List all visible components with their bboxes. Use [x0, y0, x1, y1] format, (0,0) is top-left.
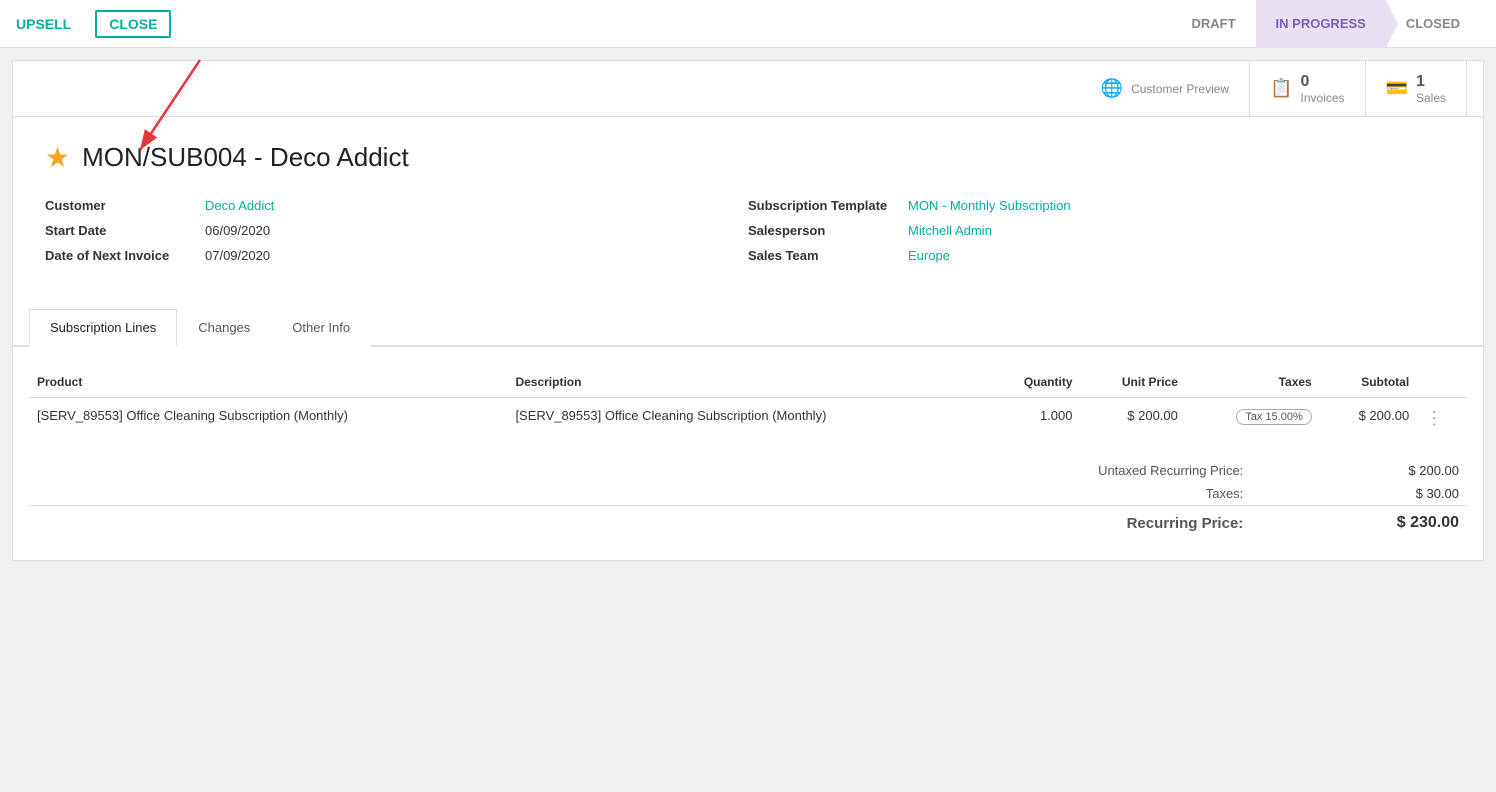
recurring-value: $ 230.00	[1251, 506, 1467, 537]
col-description: Description	[507, 367, 985, 398]
salesperson-row: Salesperson Mitchell Admin	[748, 223, 1451, 238]
totals-table: Untaxed Recurring Price: $ 200.00 Taxes:…	[29, 459, 1467, 536]
untaxed-row: Untaxed Recurring Price: $ 200.00	[29, 459, 1467, 482]
status-in-progress[interactable]: IN PROGRESS	[1256, 0, 1386, 48]
smart-buttons-bar: 🌐 Customer Preview 📋 0 Invoices 💳 1 Sale…	[13, 61, 1483, 117]
col-actions	[1417, 367, 1467, 398]
customer-preview-button[interactable]: 🌐 Customer Preview	[1081, 61, 1250, 117]
status-bar: DRAFT IN PROGRESS CLOSED	[1171, 0, 1480, 48]
table-row: [SERV_89553] Office Cleaning Subscriptio…	[29, 398, 1467, 440]
tab-changes[interactable]: Changes	[177, 309, 271, 347]
form-col-left: Customer Deco Addict Start Date 06/09/20…	[45, 198, 748, 273]
col-taxes: Taxes	[1186, 367, 1320, 398]
invoices-count: 0	[1301, 73, 1345, 91]
totals-section: Untaxed Recurring Price: $ 200.00 Taxes:…	[13, 459, 1483, 560]
next-invoice-row: Date of Next Invoice 07/09/2020	[45, 248, 748, 263]
top-bar-left: UPSELL CLOSE	[16, 10, 171, 38]
form-col-right: Subscription Template MON - Monthly Subs…	[748, 198, 1451, 273]
row-menu-dots-icon[interactable]: ⋮	[1425, 408, 1443, 428]
subscription-lines-table: Product Description Quantity Unit Price …	[29, 367, 1467, 439]
sales-team-label: Sales Team	[748, 248, 908, 263]
start-date-label: Start Date	[45, 223, 205, 238]
taxes-label: Taxes:	[892, 482, 1252, 506]
subscription-template-label: Subscription Template	[748, 198, 908, 213]
salesperson-value[interactable]: Mitchell Admin	[908, 223, 992, 238]
record-header: ★ MON/SUB004 - Deco Addict Customer Deco…	[13, 117, 1483, 309]
table-header-row: Product Description Quantity Unit Price …	[29, 367, 1467, 398]
customer-label: Customer	[45, 198, 205, 213]
sales-button[interactable]: 💳 1 Sales	[1366, 61, 1467, 117]
row-unit-price: $ 200.00	[1081, 398, 1186, 440]
untaxed-value: $ 200.00	[1251, 459, 1467, 482]
next-invoice-value: 07/09/2020	[205, 248, 270, 263]
main-content: 🌐 Customer Preview 📋 0 Invoices 💳 1 Sale…	[12, 60, 1484, 561]
row-subtotal: $ 200.00	[1320, 398, 1417, 440]
page-title: MON/SUB004 - Deco Addict	[82, 142, 409, 173]
col-unit-price: Unit Price	[1081, 367, 1186, 398]
star-icon[interactable]: ★	[45, 141, 70, 174]
taxes-value: $ 30.00	[1251, 482, 1467, 506]
record-title: ★ MON/SUB004 - Deco Addict	[45, 141, 1451, 174]
customer-row: Customer Deco Addict	[45, 198, 748, 213]
sales-team-value[interactable]: Europe	[908, 248, 950, 263]
top-bar: UPSELL CLOSE DRAFT IN PROGRESS CLOSED	[0, 0, 1496, 48]
subscription-template-value[interactable]: MON - Monthly Subscription	[908, 198, 1071, 213]
col-subtotal: Subtotal	[1320, 367, 1417, 398]
tab-subscription-lines[interactable]: Subscription Lines	[29, 309, 177, 347]
col-quantity: Quantity	[986, 367, 1081, 398]
untaxed-label: Untaxed Recurring Price:	[892, 459, 1252, 482]
status-closed[interactable]: CLOSED	[1386, 0, 1480, 48]
taxes-row: Taxes: $ 30.00	[29, 482, 1467, 506]
sales-icon: 💳	[1386, 78, 1408, 99]
form-grid: Customer Deco Addict Start Date 06/09/20…	[45, 198, 1451, 289]
status-draft[interactable]: DRAFT	[1171, 0, 1255, 48]
row-quantity: 1.000	[986, 398, 1081, 440]
start-date-row: Start Date 06/09/2020	[45, 223, 748, 238]
sales-team-row: Sales Team Europe	[748, 248, 1451, 263]
globe-icon: 🌐	[1101, 78, 1123, 99]
sales-label: Sales	[1416, 91, 1446, 105]
tax-badge: Tax 15.00%	[1236, 409, 1311, 425]
upsell-button[interactable]: UPSELL	[16, 16, 71, 32]
invoices-button[interactable]: 📋 0 Invoices	[1250, 61, 1365, 117]
customer-preview-label: Customer Preview	[1131, 82, 1229, 96]
invoices-label: Invoices	[1301, 91, 1345, 105]
close-button[interactable]: CLOSE	[95, 10, 171, 38]
row-product: [SERV_89553] Office Cleaning Subscriptio…	[29, 398, 507, 440]
tab-other-info[interactable]: Other Info	[271, 309, 371, 347]
row-taxes: Tax 15.00%	[1186, 398, 1320, 440]
col-product: Product	[29, 367, 507, 398]
customer-value[interactable]: Deco Addict	[205, 198, 274, 213]
invoice-icon: 📋	[1270, 78, 1292, 99]
sales-count: 1	[1416, 73, 1446, 91]
row-description: [SERV_89553] Office Cleaning Subscriptio…	[507, 398, 985, 440]
row-menu[interactable]: ⋮	[1417, 398, 1467, 440]
table-section: Product Description Quantity Unit Price …	[13, 347, 1483, 459]
next-invoice-label: Date of Next Invoice	[45, 248, 205, 263]
recurring-label: Recurring Price:	[892, 506, 1252, 537]
start-date-value: 06/09/2020	[205, 223, 270, 238]
salesperson-label: Salesperson	[748, 223, 908, 238]
subscription-template-row: Subscription Template MON - Monthly Subs…	[748, 198, 1451, 213]
tabs: Subscription Lines Changes Other Info	[13, 309, 1483, 347]
recurring-price-row: Recurring Price: $ 230.00	[29, 506, 1467, 537]
